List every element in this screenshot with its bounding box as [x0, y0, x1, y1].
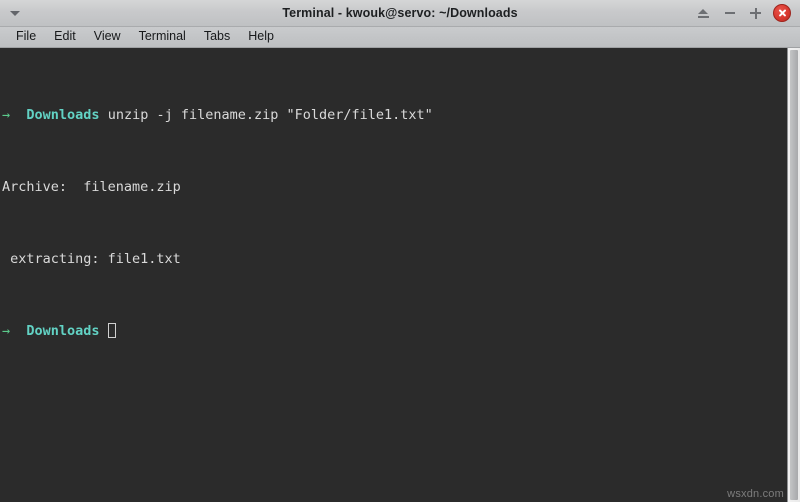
terminal-scrollbar[interactable]	[787, 48, 800, 502]
window-title: Terminal - kwouk@servo: ~/Downloads	[282, 6, 518, 20]
minimize-icon	[724, 12, 735, 14]
menu-item-tabs[interactable]: Tabs	[195, 29, 239, 45]
watermark: wsxdn.com	[727, 488, 784, 500]
close-button[interactable]	[773, 4, 791, 22]
maximize-button[interactable]	[747, 5, 764, 22]
title-bar[interactable]: Terminal - kwouk@servo: ~/Downloads	[0, 0, 800, 27]
shade-icon	[698, 8, 709, 19]
menu-item-edit[interactable]: Edit	[45, 29, 85, 45]
terminal-window: Terminal - kwouk@servo: ~/Downloads File…	[0, 0, 800, 502]
terminal-line-prompt: → Downloads	[2, 322, 787, 340]
maximize-icon	[750, 7, 761, 19]
terminal-line-extracting: extracting: file1.txt	[2, 251, 181, 267]
prompt-gap	[100, 323, 108, 339]
menu-bar: File Edit View Terminal Tabs Help	[0, 27, 800, 48]
menu-item-help[interactable]: Help	[239, 29, 283, 45]
shade-button[interactable]	[695, 5, 712, 22]
chevron-down-icon	[10, 10, 20, 16]
terminal-command-text: unzip -j filename.zip "Folder/file1.txt"	[99, 107, 433, 123]
terminal-body: → Downloads unzip -j filename.zip "Folde…	[0, 48, 800, 502]
prompt-directory: Downloads	[26, 323, 100, 339]
terminal-output[interactable]: → Downloads unzip -j filename.zip "Folde…	[0, 48, 787, 502]
prompt-arrow-icon: →	[2, 107, 11, 123]
terminal-line-command: → Downloads unzip -j filename.zip "Folde…	[2, 106, 787, 124]
menu-item-terminal[interactable]: Terminal	[130, 29, 195, 45]
menu-item-file[interactable]: File	[7, 29, 45, 45]
terminal-cursor	[107, 323, 116, 338]
terminal-line-archive: Archive: filename.zip	[2, 179, 181, 195]
minimize-button[interactable]	[721, 5, 738, 22]
prompt-arrow-icon: →	[2, 323, 11, 339]
menu-item-view[interactable]: View	[85, 29, 130, 45]
prompt-directory: Downloads	[26, 107, 100, 123]
window-controls	[695, 4, 800, 22]
scrollbar-thumb[interactable]	[790, 50, 798, 500]
window-menu-button[interactable]	[2, 0, 28, 26]
